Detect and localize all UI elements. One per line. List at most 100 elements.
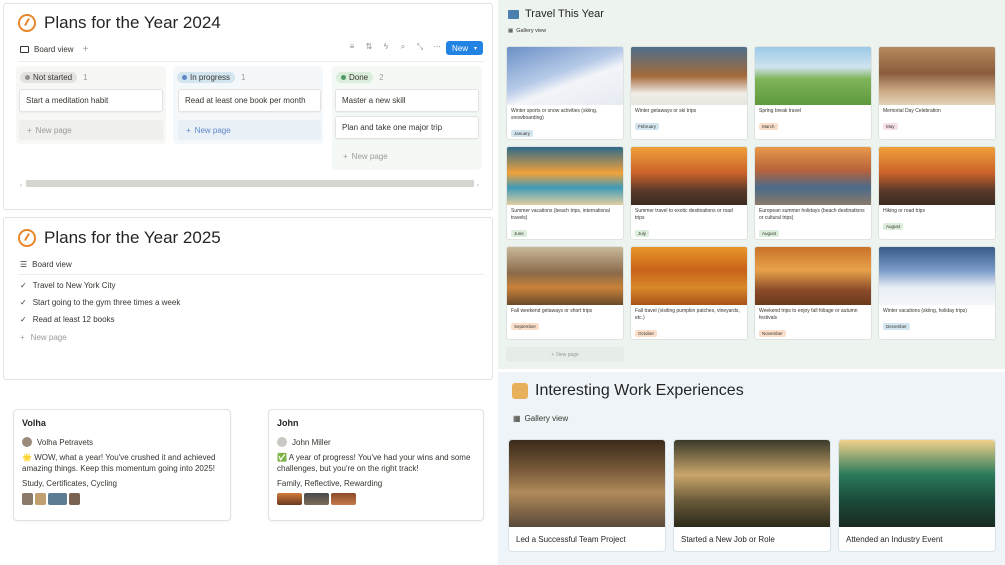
new-button[interactable]: New ▾ (446, 41, 484, 55)
divider (18, 61, 484, 62)
column-count: 1 (241, 73, 246, 82)
map-icon (508, 9, 519, 19)
card-image (509, 440, 665, 527)
photo-thumbnail[interactable] (69, 493, 80, 505)
gallery-card[interactable]: Winter vacations (skiing, holiday trips)… (878, 246, 996, 340)
photo-thumbnail[interactable] (331, 493, 356, 505)
automation-icon[interactable]: ϟ (382, 43, 390, 51)
add-view-icon[interactable]: + (83, 44, 89, 55)
compass-icon (18, 14, 36, 32)
new-page-label: New page (556, 351, 579, 358)
photo-thumbnail[interactable] (277, 493, 302, 505)
gallery-card[interactable]: Weekend trips to enjoy fall foliage or a… (754, 246, 872, 340)
list-item[interactable]: ✓ Travel to New York City (20, 281, 116, 290)
new-page-button[interactable]: + New page (19, 120, 163, 140)
column-header-not-started: Not started 1 (20, 72, 88, 83)
gallery-card[interactable]: Fall travel (visiting pumpkin patches, v… (630, 246, 748, 340)
gallery-card[interactable]: Winter getaways or ski trips February (630, 46, 748, 140)
photo-strip (277, 493, 475, 505)
gallery-view-tab[interactable]: ▦ Gallery view (508, 28, 546, 34)
gallery-card[interactable]: European summer holidays (beach destinat… (754, 146, 872, 240)
message: ✅ A year of progress! You've had your wi… (277, 452, 475, 474)
search-icon[interactable]: ⌕ (399, 43, 407, 51)
page-title: Plans for the Year 2025 (44, 228, 221, 247)
item-label: Start going to the gym three times a wee… (32, 298, 181, 307)
plans-2024-panel: Plans for the Year 2024 Board view + ≡ ⇅… (3, 3, 493, 210)
plus-icon: + (186, 125, 191, 135)
view-label: Gallery view (524, 414, 569, 423)
page-title: Plans for the Year 2024 (44, 13, 221, 32)
new-page-button[interactable]: + New page (335, 146, 479, 166)
check-icon: ✓ (20, 315, 27, 324)
list-item[interactable]: ✓ Read at least 12 books (20, 315, 115, 324)
card-caption: Started a New Job or Role (681, 534, 775, 544)
expand-icon[interactable]: ⤡ (416, 43, 424, 51)
new-page-button[interactable]: + New page (506, 347, 624, 362)
card-image (755, 47, 871, 105)
check-icon: ✓ (20, 298, 27, 307)
month-tag: October (635, 330, 658, 337)
card-title: Volha (22, 418, 46, 428)
gallery-card[interactable]: Memorial Day Celebration May (878, 46, 996, 140)
board-view-tab[interactable]: ☰ Board view (20, 260, 72, 269)
card-image (631, 247, 747, 305)
compass-icon (18, 229, 36, 247)
card-caption: Attended an Industry Event (846, 534, 943, 544)
gallery-card[interactable]: Winter sports or snow activities (skiing… (506, 46, 624, 140)
card-caption: Memorial Day Celebration (883, 108, 941, 114)
photo-thumbnail[interactable] (22, 493, 33, 505)
month-tag: August (883, 223, 904, 230)
person-card-john[interactable]: John John Miller ✅ A year of progress! Y… (268, 409, 484, 521)
gallery-card[interactable]: Fall weekend getaways or short trips Sep… (506, 246, 624, 340)
view-label: Gallery view (516, 28, 547, 34)
card-image (755, 247, 871, 305)
more-icon[interactable]: ⋯ (433, 43, 441, 51)
new-page-button[interactable]: + New page (20, 333, 67, 342)
new-page-button[interactable]: + New page (178, 120, 321, 140)
card-image (839, 440, 995, 527)
gallery-view-tab[interactable]: ▦ Gallery view (513, 414, 568, 423)
status-dot (25, 75, 30, 80)
scroll-right-icon[interactable]: › (477, 183, 484, 189)
chevron-down-icon[interactable]: ▾ (474, 45, 477, 52)
gallery-card[interactable]: Summer travel to exotic destinations or … (630, 146, 748, 240)
card-image (507, 47, 623, 105)
gallery-card[interactable]: Started a New Job or Role (674, 440, 830, 551)
photo-thumbnail[interactable] (48, 493, 67, 505)
check-icon: ✓ (20, 281, 27, 290)
column-count: 1 (83, 73, 88, 82)
grid-icon: ▦ (508, 28, 514, 34)
list-icon: ☰ (20, 260, 28, 269)
board-card[interactable]: Start a meditation habit (19, 89, 163, 112)
horizontal-scrollbar[interactable] (26, 180, 474, 187)
card-image (755, 147, 871, 205)
board-card[interactable]: Read at least one book per month (178, 89, 321, 112)
plans-2025-title-row: Plans for the Year 2025 (18, 228, 221, 248)
month-tag: January (511, 130, 534, 137)
photo-thumbnail[interactable] (304, 493, 329, 505)
user-name: Volha Petravets (37, 437, 94, 447)
status-dot (182, 75, 187, 80)
card-caption: Fall travel (visiting pumpkin patches, v… (635, 308, 740, 321)
plus-icon: + (343, 151, 348, 161)
gallery-card[interactable]: Summer vacations (beach trips, internati… (506, 146, 624, 240)
column-header-done: Done 2 (336, 72, 384, 83)
plans-2025-panel: Plans for the Year 2025 ☰ Board view ✓ Tr… (3, 217, 493, 380)
list-item[interactable]: ✓ Start going to the gym three times a we… (20, 298, 180, 307)
board-card[interactable]: Master a new skill (335, 89, 479, 112)
gallery-card[interactable]: Led a Successful Team Project (509, 440, 665, 551)
gallery-card[interactable]: Attended an Industry Event (839, 440, 995, 551)
photo-thumbnail[interactable] (35, 493, 46, 505)
filter-icon[interactable]: ≡ (348, 43, 356, 51)
sort-icon[interactable]: ⇅ (365, 43, 373, 51)
board-card[interactable]: Plan and take one major trip (335, 116, 479, 139)
status-badge: In progress (177, 72, 236, 83)
grid-icon: ▦ (513, 414, 521, 423)
card-image (674, 440, 830, 527)
gallery-card[interactable]: Hiking or road trips August (878, 146, 996, 240)
board-view-tab[interactable]: Board view + (20, 44, 88, 55)
card-title: Start a meditation habit (26, 96, 109, 105)
gallery-card[interactable]: Spring break travel March (754, 46, 872, 140)
person-card-volha[interactable]: Volha Volha Petravets 🌟 WOW, what a year… (13, 409, 231, 521)
card-title: Master a new skill (342, 96, 406, 105)
